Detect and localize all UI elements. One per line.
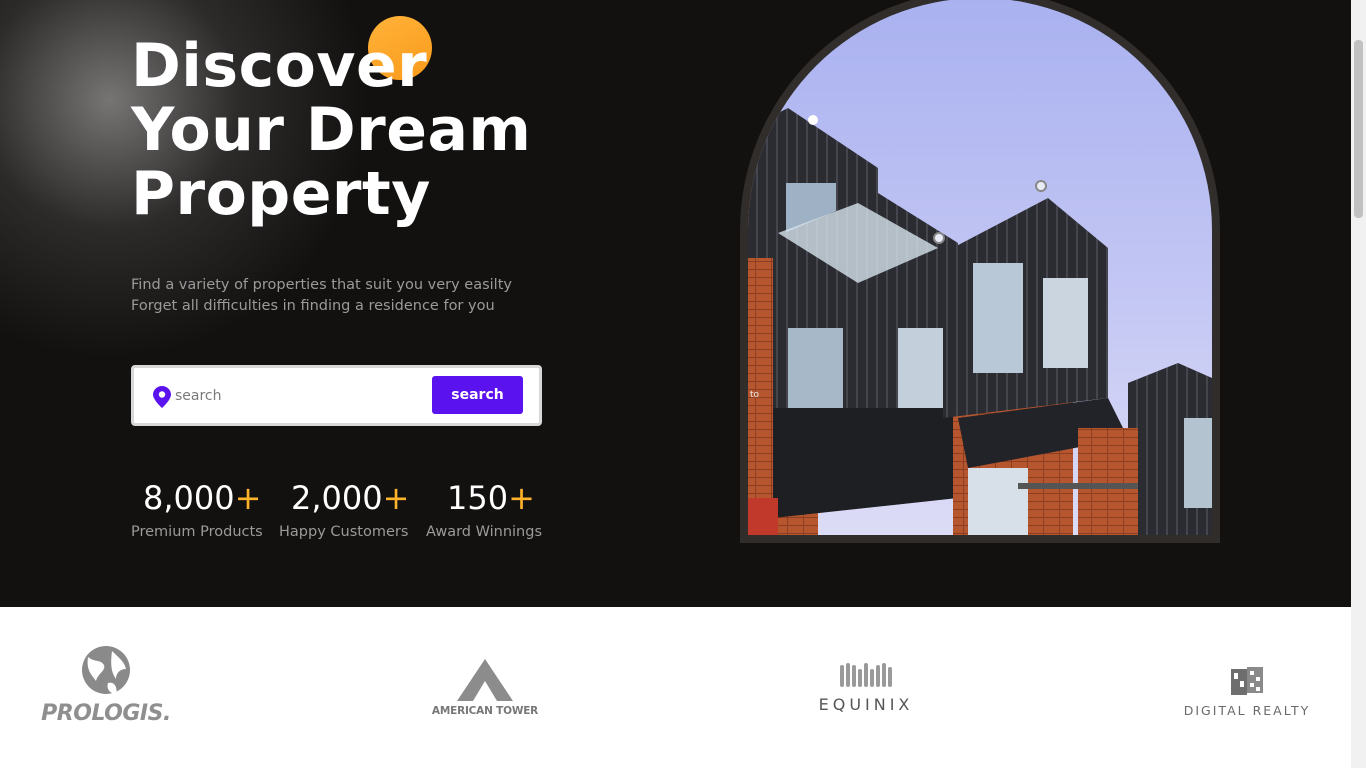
stat-label: Premium Products xyxy=(131,524,263,540)
stat-value: 150+ xyxy=(426,478,546,518)
stat-happy-customers: 2,000+ Happy Customers xyxy=(279,478,419,542)
digital-realty-cube-icon xyxy=(1231,667,1263,695)
partner-name: DIGITAL REALTY xyxy=(1183,703,1311,718)
hero-title-line-3: Property xyxy=(131,159,431,229)
stat-plus: + xyxy=(234,479,262,517)
building-illustration: to xyxy=(748,0,1212,535)
hero-subtitle-line-1: Find a variety of properties that suit y… xyxy=(131,277,512,293)
stat-plus: + xyxy=(382,479,410,517)
hero-title: Discover Your Dream Property xyxy=(131,34,611,226)
partner-logo-american-tower: AMERICAN TOWER xyxy=(412,659,558,717)
hero-subtitle: Find a variety of properties that suit y… xyxy=(131,275,551,317)
stat-label: Happy Customers xyxy=(279,524,409,540)
stat-number: 150 xyxy=(447,479,509,517)
image-overlay-text: to xyxy=(750,390,760,400)
globe-icon xyxy=(82,646,130,695)
location-pin-icon xyxy=(153,386,171,408)
search-box: search xyxy=(131,365,542,426)
hero-subtitle-line-2: Forget all difficulties in finding a res… xyxy=(131,298,495,314)
stat-premium-products: 8,000+ Premium Products xyxy=(131,478,271,542)
partner-logo-equinix: EQUINIX xyxy=(806,661,926,714)
stat-plus: + xyxy=(508,479,535,517)
partner-name: EQUINIX xyxy=(818,695,914,714)
stat-value: 8,000+ xyxy=(131,478,271,518)
tower-icon xyxy=(457,659,513,701)
stat-number: 2,000 xyxy=(291,479,383,517)
partners-section: PROLOGIS. AMERICAN TOWER EQUINIX DIGITAL… xyxy=(0,607,1351,768)
partner-name-text: PROLOGIS xyxy=(41,701,163,726)
hero-title-line-1: Discover xyxy=(131,31,428,101)
stat-label: Award Winnings xyxy=(426,524,542,540)
partner-name: AMERICAN TOWER xyxy=(431,705,539,717)
page-scrollbar[interactable] xyxy=(1351,0,1366,768)
stat-value: 2,000+ xyxy=(279,478,419,518)
partner-logo-digital-realty: DIGITAL REALTY xyxy=(1172,665,1322,718)
hero-title-line-2: Your Dream xyxy=(131,95,532,165)
equinix-wave-icon xyxy=(840,663,892,687)
scrollbar-thumb[interactable] xyxy=(1354,40,1363,218)
hero-image-frame: to xyxy=(740,0,1220,543)
partner-name-suffix: . xyxy=(162,701,171,726)
hero-building-image: to xyxy=(748,0,1212,535)
partner-logo-prologis: PROLOGIS. xyxy=(36,643,176,726)
partner-name: PROLOGIS. xyxy=(36,701,176,726)
search-input[interactable] xyxy=(175,384,415,408)
search-button[interactable]: search xyxy=(432,376,523,414)
hero-section: Discover Your Dream Property Find a vari… xyxy=(0,0,1351,607)
stat-award-winnings: 150+ Award Winnings xyxy=(426,478,546,542)
stat-number: 8,000 xyxy=(143,479,235,517)
